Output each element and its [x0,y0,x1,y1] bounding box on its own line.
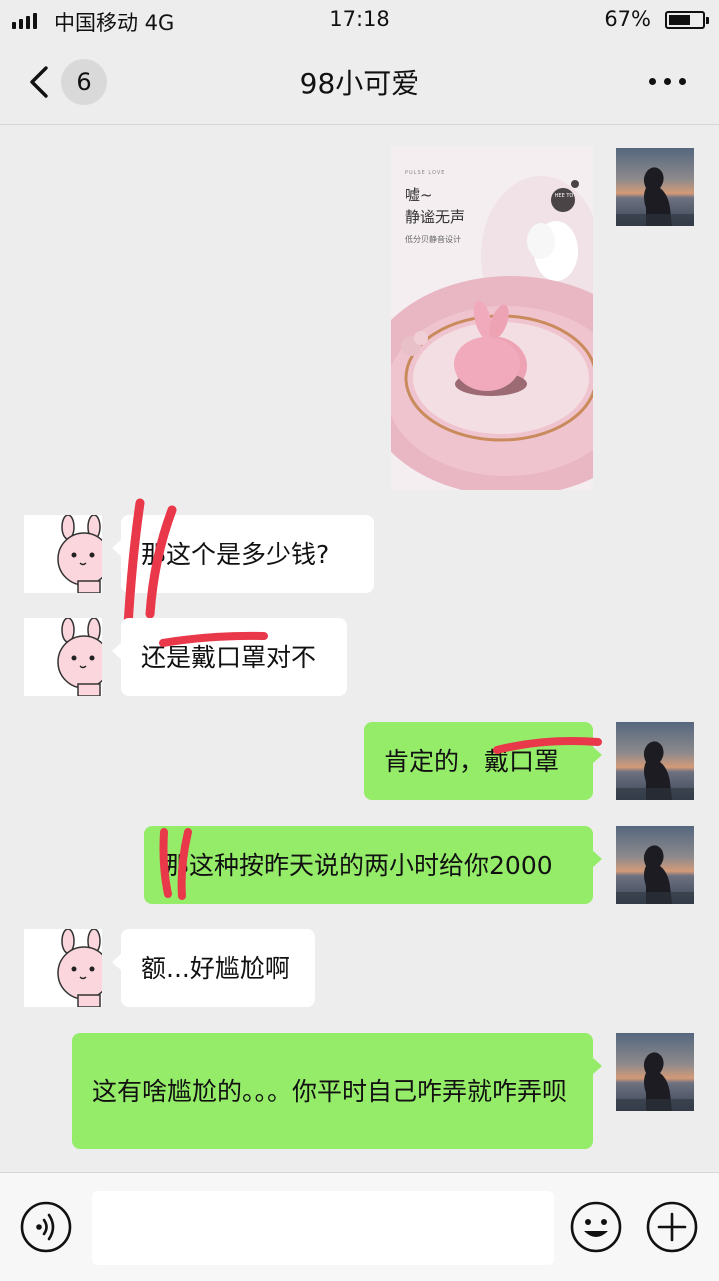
my-avatar[interactable] [616,722,694,800]
contact-avatar[interactable] [24,618,102,696]
chat-title: 98小可爱 [299,67,420,100]
received-message-bubble[interactable]: 额...好尴尬啊 [112,929,315,1007]
message-text: 额...好尴尬啊 [141,953,290,983]
contact-avatar[interactable] [24,515,102,593]
sent-message-bubble[interactable]: 这有啥尴尬的。。。你平时自己咋弄就咋弄呗 [72,1033,602,1149]
image-caption-line: 静谧无声 [405,208,466,226]
message-text: 肯定的，戴口罩 [384,746,560,776]
my-avatar[interactable] [616,148,694,226]
sent-message-bubble[interactable]: 肯定的，戴口罩 [364,722,602,800]
image-badge-text: HEE TO [554,193,574,199]
sent-message-bubble[interactable]: 那这种按昨天说的两小时给你2000 [144,826,602,904]
more-dots-icon[interactable] [649,78,689,86]
input-bar [0,1172,719,1281]
message-text: 那这个是多少钱? [141,539,330,569]
battery-icon [665,11,709,29]
my-avatar[interactable] [616,1033,694,1111]
image-caption-line: 嘘~ [405,186,433,204]
status-bar: 中国移动 4G 17:18 67% [0,0,719,40]
message-text: 这有啥尴尬的。。。你平时自己咋弄就咋弄呗 [92,1076,568,1106]
my-avatar[interactable] [616,826,694,904]
emoji-icon[interactable] [570,1201,622,1253]
image-caption-line: 低分贝静音设计 [405,235,461,244]
battery-percent: 67% [604,7,651,31]
image-brand-text: PULSE LOVE [405,170,446,176]
voice-icon[interactable] [20,1201,72,1253]
chat-header: 6 98小可爱 [0,40,719,125]
message-input[interactable] [92,1191,554,1265]
image-message[interactable]: PULSE LOVE 嘘~ 静谧无声 低分贝静音设计 HEE TO [391,146,593,490]
received-message-bubble[interactable]: 还是戴口罩对不 [112,618,347,696]
message-text: 还是戴口罩对不 [141,642,317,672]
plus-icon[interactable] [646,1201,698,1253]
message-text: 那这种按昨天说的两小时给你2000 [164,850,553,880]
received-message-bubble[interactable]: 那这个是多少钱? [112,515,374,593]
contact-avatar[interactable] [24,929,102,1007]
